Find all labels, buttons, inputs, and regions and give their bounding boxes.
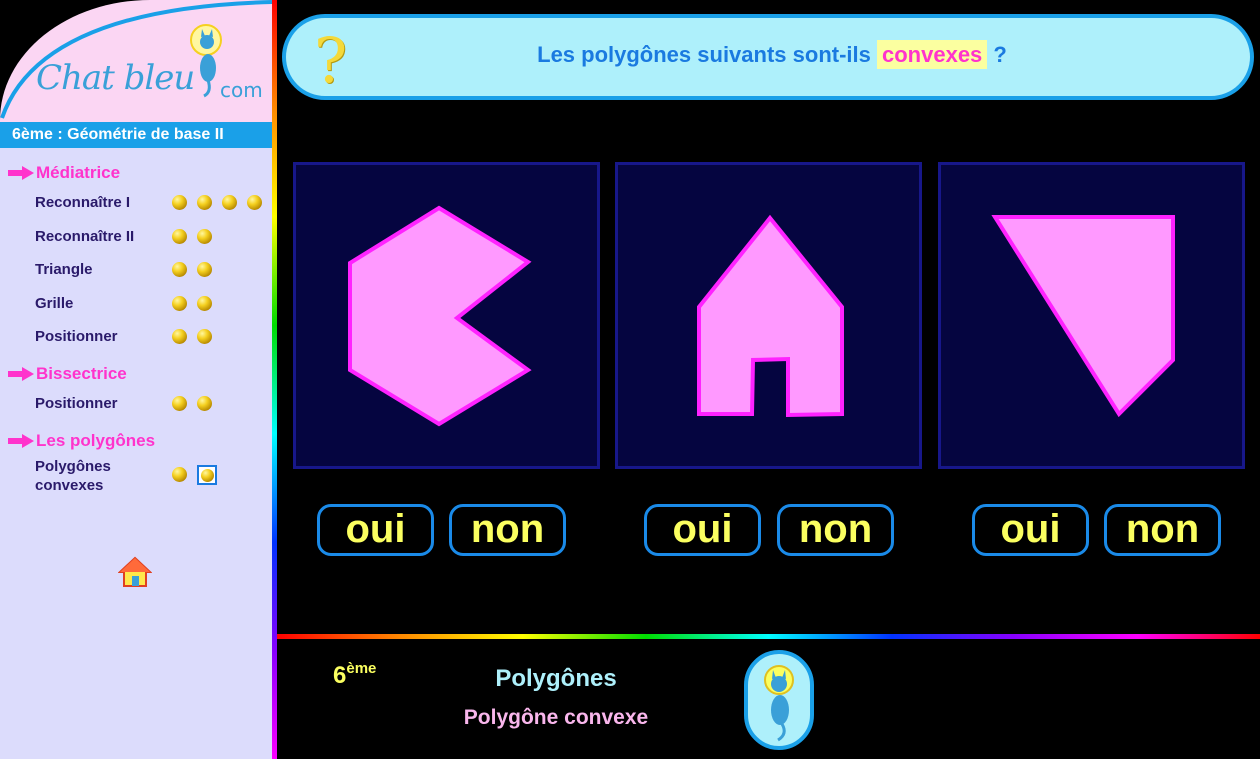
quadrilateral-shape xyxy=(991,215,1175,418)
progress-dot[interactable] xyxy=(222,195,237,210)
shape-panel-3 xyxy=(938,162,1245,469)
shape-panel-1 xyxy=(293,162,600,469)
progress-dots xyxy=(172,195,262,210)
arrow-right-icon xyxy=(8,367,34,381)
nav-item-reconnaitre-1[interactable]: Reconnaître I xyxy=(35,194,130,211)
progress-dots xyxy=(172,229,212,244)
nav-item-bissectrice-positionner[interactable]: Positionner xyxy=(35,395,118,412)
non-button-3[interactable]: non xyxy=(1104,504,1221,556)
non-button-2[interactable]: non xyxy=(777,504,894,556)
progress-dot[interactable] xyxy=(197,329,212,344)
footer-level: 6ème xyxy=(333,660,377,690)
progress-dot[interactable] xyxy=(172,296,187,311)
question-before: Les polygônes suivants sont-ils xyxy=(537,42,871,67)
question-highlight: convexes xyxy=(877,40,988,69)
nav-item-grille[interactable]: Grille xyxy=(35,295,73,312)
nav-item-positionner[interactable]: Positionner xyxy=(35,328,118,345)
cat-logo-button[interactable] xyxy=(744,650,814,750)
section-title: Les polygônes xyxy=(36,431,156,450)
progress-dots xyxy=(172,465,217,485)
oui-button-1[interactable]: oui xyxy=(317,504,434,556)
progress-dots xyxy=(172,329,212,344)
cat-icon xyxy=(764,665,794,742)
house-icon[interactable] xyxy=(118,556,152,588)
page-root: Chat bleu com 6ème : Géométrie de base I… xyxy=(0,0,1260,759)
arrow-right-icon xyxy=(8,434,34,448)
progress-dot xyxy=(200,468,214,482)
pacman-hexagon-shape xyxy=(348,205,532,427)
non-button-1[interactable]: non xyxy=(449,504,566,556)
progress-dots xyxy=(172,262,212,277)
progress-dot[interactable] xyxy=(172,329,187,344)
nav-item-label-line1: Polygônes xyxy=(35,458,111,475)
vertical-rainbow-divider xyxy=(272,0,277,759)
section-title: Médiatrice xyxy=(36,163,121,182)
nav-item-reconnaitre-2[interactable]: Reconnaître II xyxy=(35,228,134,245)
footer-level-number: 6 xyxy=(333,662,347,689)
section-bissectrice[interactable]: Bissectrice xyxy=(8,364,127,384)
cat-icon xyxy=(190,24,222,98)
progress-dot[interactable] xyxy=(247,195,262,210)
sidebar: Chat bleu com 6ème : Géométrie de base I… xyxy=(0,0,272,759)
section-title: Bissectrice xyxy=(36,364,127,383)
question-banner: ? Les polygônes suivants sont-ils convex… xyxy=(282,14,1254,100)
shape-panel-2 xyxy=(615,162,922,469)
logo[interactable]: Chat bleu com xyxy=(0,0,272,122)
progress-dot[interactable] xyxy=(172,396,187,411)
progress-dot[interactable] xyxy=(197,229,212,244)
arrow-right-icon xyxy=(8,166,34,180)
question-text: Les polygônes suivants sont-ils convexes… xyxy=(286,40,1258,69)
progress-dot[interactable] xyxy=(197,396,212,411)
progress-dot[interactable] xyxy=(197,195,212,210)
question-after: ? xyxy=(993,42,1007,67)
nav-item-triangle[interactable]: Triangle xyxy=(35,261,93,278)
progress-dot-selected[interactable] xyxy=(197,465,217,485)
nav-item-polygones-convexes[interactable]: Polygônes convexes xyxy=(35,457,111,495)
oui-button-3[interactable]: oui xyxy=(972,504,1089,556)
progress-dot[interactable] xyxy=(172,195,187,210)
house-shape xyxy=(697,214,844,418)
section-mediatrice[interactable]: Médiatrice xyxy=(8,163,120,183)
footer-level-suffix: ème xyxy=(346,660,377,677)
nav-item-label-line2: convexes xyxy=(35,477,104,494)
progress-dot[interactable] xyxy=(172,229,187,244)
logo-text: Chat bleu xyxy=(36,58,195,98)
progress-dot[interactable] xyxy=(197,296,212,311)
footer-title: Polygônes xyxy=(495,665,617,692)
progress-dot[interactable] xyxy=(172,262,187,277)
section-polygones[interactable]: Les polygônes xyxy=(8,431,155,451)
progress-dots xyxy=(172,296,212,311)
level-title: 6ème : Géométrie de base II xyxy=(0,122,272,148)
oui-button-2[interactable]: oui xyxy=(644,504,761,556)
horizontal-rainbow-divider xyxy=(277,634,1260,639)
progress-dot[interactable] xyxy=(197,262,212,277)
progress-dots xyxy=(172,396,212,411)
progress-dot[interactable] xyxy=(172,467,187,482)
footer-subtitle: Polygône convexe xyxy=(463,706,649,729)
